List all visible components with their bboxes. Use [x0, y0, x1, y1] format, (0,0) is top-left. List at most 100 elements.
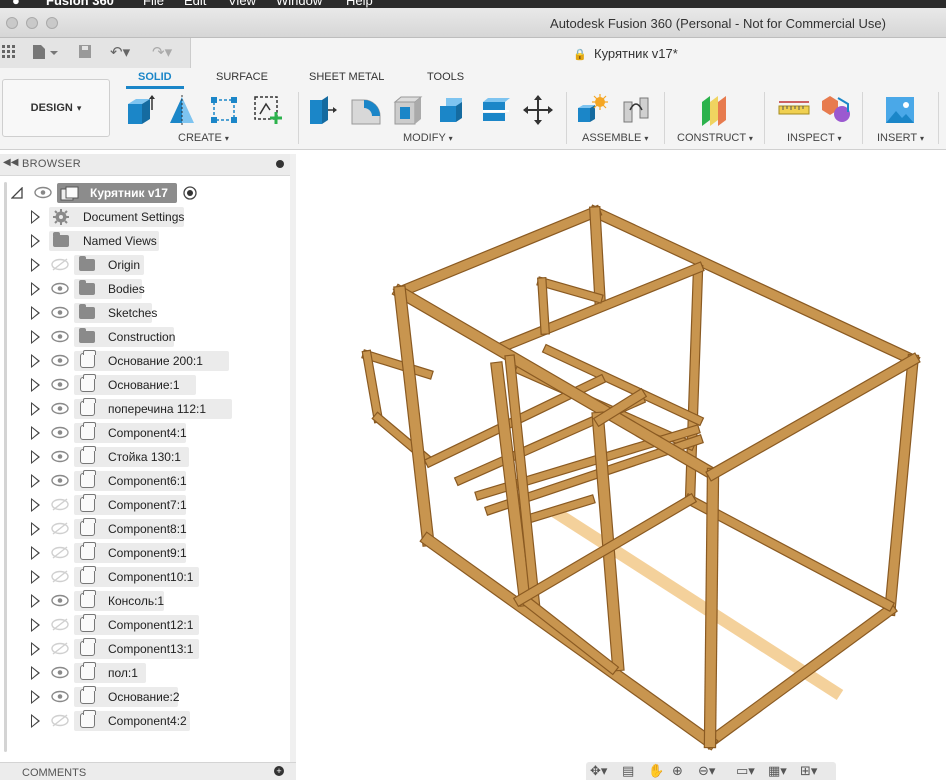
tab-sheet-metal[interactable]: SHEET METAL [309, 71, 384, 83]
browser-item-row[interactable]: Component10:1 [0, 565, 296, 589]
press-pull-icon[interactable] [306, 94, 338, 126]
fillet-icon[interactable] [350, 94, 382, 126]
browser-root-row[interactable]: Курятник v17 [0, 181, 296, 205]
expand-triangle-icon[interactable] [31, 234, 40, 248]
visibility-eye-icon[interactable] [51, 666, 69, 679]
menu-help[interactable]: Help [346, 0, 373, 8]
browser-item-row[interactable]: Bodies [0, 277, 296, 301]
expand-triangle-icon[interactable] [31, 690, 40, 704]
collapse-panel-icon[interactable]: ◀◀ [3, 157, 18, 168]
undo-icon[interactable]: ↶▾ [110, 44, 130, 62]
menu-app-name[interactable]: Fusion 360 [46, 0, 114, 8]
add-comment-icon[interactable]: + [274, 766, 284, 776]
top-front-rail[interactable] [393, 285, 720, 481]
visibility-eye-icon[interactable] [51, 378, 69, 391]
browser-item-row[interactable]: Component4:1 [0, 421, 296, 445]
browser-item-row[interactable]: Стойка 130:1 [0, 445, 296, 469]
tab-surface[interactable]: SURFACE [216, 71, 268, 83]
document-tab[interactable] [190, 38, 946, 68]
tab-solid[interactable]: SOLID [138, 71, 172, 83]
grid-settings-icon[interactable]: ▦▾ [768, 763, 787, 779]
viewports-icon[interactable]: ⊞▾ [800, 763, 817, 779]
lower-front-rail[interactable] [519, 594, 618, 674]
top-right-front-rail[interactable] [706, 353, 920, 481]
browser-item-row[interactable]: пол:1 [0, 661, 296, 685]
zoom-window-button[interactable] [46, 17, 58, 29]
combine-icon[interactable] [436, 94, 468, 126]
visibility-eye-icon[interactable] [51, 354, 69, 367]
look-at-icon[interactable]: ▤ [622, 763, 634, 779]
coop-frame-model[interactable] [296, 150, 946, 762]
grid-menu-icon[interactable] [2, 44, 16, 60]
visibility-eye-icon[interactable] [51, 426, 69, 439]
browser-item-row[interactable]: Component8:1 [0, 517, 296, 541]
expand-triangle-icon[interactable] [31, 330, 40, 344]
expand-triangle-icon[interactable] [31, 426, 40, 440]
expanded-triangle-icon[interactable] [11, 187, 23, 199]
far-right-post[interactable] [885, 355, 918, 615]
expand-triangle-icon[interactable] [31, 450, 40, 464]
expand-triangle-icon[interactable] [31, 378, 40, 392]
expand-triangle-icon[interactable] [31, 522, 40, 536]
expand-triangle-icon[interactable] [31, 210, 40, 224]
shell-icon[interactable] [392, 94, 424, 126]
comments-panel-header[interactable]: COMMENTS + [0, 762, 296, 780]
visibility-eye-icon[interactable] [51, 282, 69, 295]
visibility-eye-icon[interactable] [51, 258, 69, 271]
left-console-top[interactable] [362, 350, 433, 379]
browser-pin-icon[interactable] [276, 160, 284, 168]
visibility-eye-icon[interactable] [51, 402, 69, 415]
browser-item-row[interactable]: поперечина 112:1 [0, 397, 296, 421]
top-back-left-rail[interactable] [394, 206, 601, 298]
measure-icon[interactable] [778, 94, 810, 126]
menu-window[interactable]: Window [276, 0, 322, 8]
browser-item-row[interactable]: Консоль:1 [0, 589, 296, 613]
browser-item-row[interactable]: Origin [0, 253, 296, 277]
close-window-button[interactable] [6, 17, 18, 29]
front-left-post[interactable] [394, 286, 434, 546]
visibility-eye-icon[interactable] [51, 522, 69, 535]
insert-group-label[interactable]: INSERT ▾ [877, 132, 924, 144]
pan-icon[interactable]: ✋ [648, 763, 664, 779]
offset-plane-icon[interactable] [698, 94, 730, 126]
revolve-icon[interactable] [166, 94, 198, 126]
visibility-eye-icon[interactable] [51, 690, 69, 703]
expand-triangle-icon[interactable] [31, 282, 40, 296]
extrude-icon[interactable] [124, 94, 156, 126]
visibility-eye-icon[interactable] [51, 546, 69, 559]
visibility-eye-icon[interactable] [34, 186, 52, 199]
bottom-right-back-rail[interactable] [684, 494, 894, 611]
inspect-group-label[interactable]: INSPECT ▾ [787, 132, 842, 144]
menu-view[interactable]: View [228, 0, 256, 8]
zoom-icon[interactable]: ⊕ [672, 763, 683, 779]
workspace-switcher[interactable]: DESIGN ▾ [2, 79, 110, 137]
back-post[interactable] [590, 207, 605, 305]
browser-item-row[interactable]: Component12:1 [0, 613, 296, 637]
visibility-eye-icon[interactable] [51, 474, 69, 487]
visibility-eye-icon[interactable] [51, 570, 69, 583]
expand-triangle-icon[interactable] [31, 618, 40, 632]
browser-item-row[interactable]: Component7:1 [0, 493, 296, 517]
visibility-eye-icon[interactable] [51, 618, 69, 631]
save-icon[interactable] [78, 44, 92, 60]
apple-icon[interactable]: ● [12, 0, 20, 8]
front-right-post[interactable] [704, 468, 719, 748]
create-component-icon[interactable] [252, 94, 284, 126]
menu-edit[interactable]: Edit [184, 0, 206, 8]
expand-triangle-icon[interactable] [31, 642, 40, 656]
back-console-top[interactable] [537, 277, 603, 303]
activate-radio-icon[interactable] [183, 186, 197, 200]
file-icon[interactable] [32, 44, 60, 60]
browser-item-row[interactable]: Sketches [0, 301, 296, 325]
visibility-eye-icon[interactable] [51, 714, 69, 727]
interference-icon[interactable] [820, 94, 852, 126]
expand-triangle-icon[interactable] [31, 354, 40, 368]
visibility-eye-icon[interactable] [51, 330, 69, 343]
visibility-eye-icon[interactable] [51, 498, 69, 511]
browser-item-row[interactable]: Named Views [0, 229, 296, 253]
display-settings-icon[interactable]: ▭▾ [736, 763, 755, 779]
browser-item-row[interactable]: Component4:2 [0, 709, 296, 733]
orbit-icon[interactable]: ✥▾ [590, 763, 607, 779]
browser-item-row[interactable]: Основание:1 [0, 373, 296, 397]
browser-item-row[interactable]: Component13:1 [0, 637, 296, 661]
